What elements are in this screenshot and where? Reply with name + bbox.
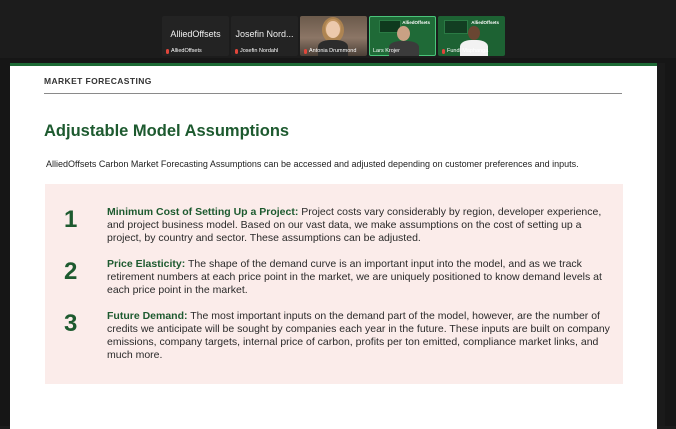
mic-muted-icon <box>442 48 445 54</box>
participant-caption: Josefin Nordahl <box>235 48 278 54</box>
tile-logo: AlliedOffsets <box>471 20 499 25</box>
participant-video-face <box>397 26 410 41</box>
slide-title: Adjustable Model Assumptions <box>44 122 290 140</box>
assumption-text: Minimum Cost of Setting Up a Project: Pr… <box>107 206 617 245</box>
shared-slide: MARKET FORECASTING Adjustable Model Assu… <box>10 63 657 429</box>
assumption-text: Price Elasticity: The shape of the deman… <box>107 258 617 297</box>
participant-tile[interactable]: AlliedOffsets AlliedOffsets <box>162 16 229 56</box>
assumption-number: 2 <box>64 258 78 285</box>
tile-logo: AlliedOffsets <box>402 20 430 25</box>
section-label: MARKET FORECASTING <box>44 76 152 86</box>
divider <box>44 93 622 94</box>
assumption-number: 1 <box>64 206 78 233</box>
participant-tile[interactable]: Josefin Nord... Josefin Nordahl <box>231 16 298 56</box>
assumption-heading: Future Demand: <box>107 310 188 322</box>
participant-video-face <box>468 26 480 40</box>
participant-video-tile[interactable]: AlliedOffsets Fundi Maphanga <box>438 16 505 56</box>
participant-video-tile-active[interactable]: AlliedOffsets Lars Krojer <box>369 16 436 56</box>
assumption-heading: Price Elasticity: <box>107 258 186 270</box>
mic-muted-icon <box>304 48 307 54</box>
participant-caption: AlliedOffsets <box>166 48 202 54</box>
mic-muted-icon <box>235 48 238 54</box>
participant-video-tile[interactable]: Antonia Drummond <box>300 16 367 56</box>
assumptions-panel: 1 Minimum Cost of Setting Up a Project: … <box>45 184 623 384</box>
participant-caption: Lars Krojer <box>373 48 400 54</box>
participant-name-large: Josefin Nord... <box>235 29 294 39</box>
background-screen <box>444 20 468 34</box>
mic-muted-icon <box>166 48 169 54</box>
participant-caption: Antonia Drummond <box>304 48 356 54</box>
participant-video-face <box>326 21 340 38</box>
participant-strip: AlliedOffsets AlliedOffsets Josefin Nord… <box>162 16 506 56</box>
slide-intro: AlliedOffsets Carbon Market Forecasting … <box>46 159 579 169</box>
scrollbar[interactable] <box>657 63 665 426</box>
participant-caption: Fundi Maphanga <box>442 48 488 54</box>
participant-name-large: AlliedOffsets <box>170 29 221 39</box>
assumption-text: Future Demand: The most important inputs… <box>107 310 617 362</box>
assumption-number: 3 <box>64 310 78 337</box>
assumption-heading: Minimum Cost of Setting Up a Project: <box>107 206 299 218</box>
